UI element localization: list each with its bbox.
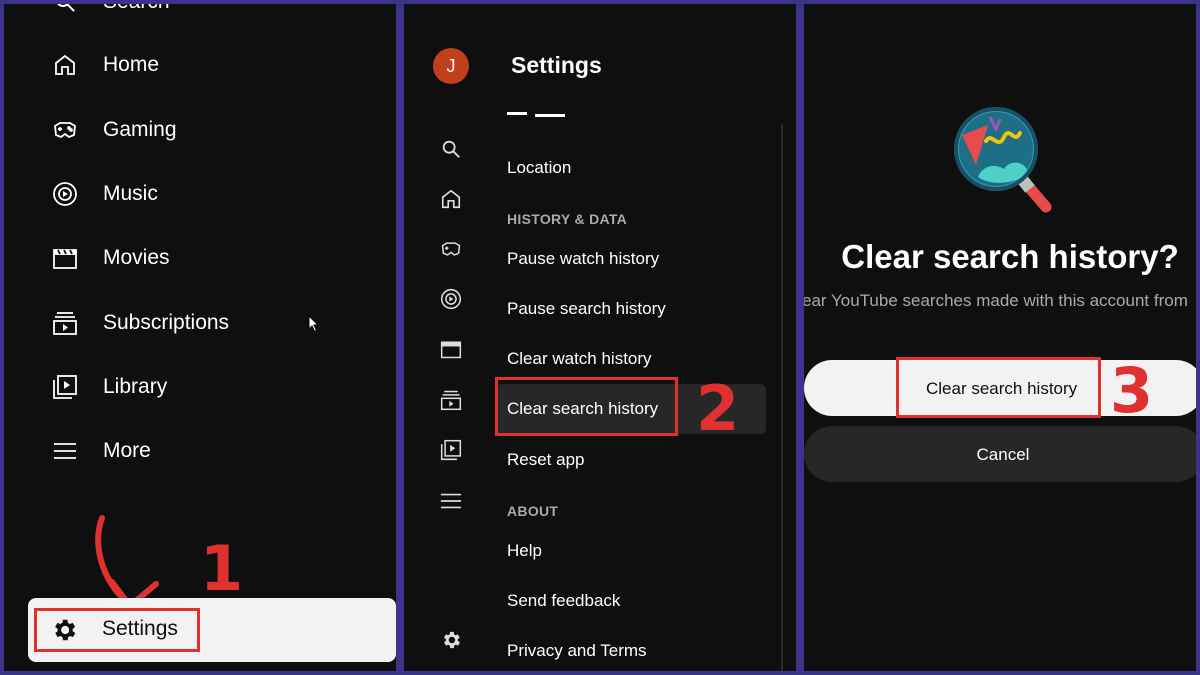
page-title: Settings xyxy=(511,52,602,78)
subscriptions-icon xyxy=(52,310,78,336)
step-number-1: 1 xyxy=(200,532,244,605)
gear-icon[interactable] xyxy=(440,629,462,651)
annotation-highlight-box xyxy=(896,357,1101,418)
home-icon xyxy=(52,52,78,78)
mouse-cursor-icon xyxy=(308,315,320,333)
music-icon[interactable] xyxy=(440,288,462,310)
scrolled-item-remnant xyxy=(507,112,577,124)
avatar[interactable]: J xyxy=(433,48,469,84)
button-label: Cancel xyxy=(976,445,1030,464)
music-icon xyxy=(52,181,78,207)
dialog-title: Clear search history? xyxy=(841,238,1179,275)
menu-item-pause-search-history[interactable]: Pause search history xyxy=(507,299,666,319)
sidebar-item-label: Subscriptions xyxy=(103,311,230,334)
subscriptions-icon[interactable] xyxy=(440,389,462,411)
search-icon[interactable] xyxy=(440,138,462,160)
section-header-about: ABOUT xyxy=(507,503,559,519)
search-icon xyxy=(52,4,78,15)
sidebar-item-label: Music xyxy=(103,182,158,205)
settings-panel: J Settings Location HISTORY & DATA Pause… xyxy=(404,4,796,671)
menu-item-privacy-terms[interactable]: Privacy and Terms xyxy=(507,641,647,661)
step-number-2: 2 xyxy=(696,372,740,445)
clapperboard-icon[interactable] xyxy=(440,338,462,360)
step-number-3: 3 xyxy=(1110,354,1154,427)
section-header-history-data: HISTORY & DATA xyxy=(507,211,628,227)
sidebar-item-label: Library xyxy=(103,375,168,398)
sidebar-item-label: Home xyxy=(103,53,160,76)
sidebar-item-label: Movies xyxy=(103,246,170,269)
annotation-highlight-box xyxy=(34,608,200,652)
magnifier-illustration-icon xyxy=(954,107,1052,213)
home-icon[interactable] xyxy=(440,188,462,210)
clapperboard-icon xyxy=(52,245,78,271)
sidebar-item-label: Gaming xyxy=(103,118,177,141)
menu-item-help[interactable]: Help xyxy=(507,541,542,561)
gamepad-icon[interactable] xyxy=(440,238,462,260)
sidebar-item-label: More xyxy=(103,439,151,462)
menu-icon[interactable] xyxy=(440,490,462,512)
sidebar-item-label: Search xyxy=(103,4,170,14)
menu-item-location[interactable]: Location xyxy=(507,158,571,178)
dialog-message: ear YouTube searches made with this acco… xyxy=(804,291,1188,310)
menu-item-reset-app[interactable]: Reset app xyxy=(507,450,585,470)
menu-icon xyxy=(52,438,78,464)
annotation-highlight-box xyxy=(495,377,678,436)
library-icon[interactable] xyxy=(440,439,462,461)
menu-item-pause-watch-history[interactable]: Pause watch history xyxy=(507,249,659,269)
menu-item-send-feedback[interactable]: Send feedback xyxy=(507,591,620,611)
cancel-button[interactable]: Cancel xyxy=(804,426,1196,482)
scrollbar-track[interactable] xyxy=(781,124,783,671)
menu-item-clear-watch-history[interactable]: Clear watch history xyxy=(507,349,652,369)
dialog-panel: Clear search history? ear YouTube search… xyxy=(804,4,1196,671)
sidebar-panel: Search Home Gaming Music Movies Subscrip… xyxy=(4,4,396,671)
gamepad-icon xyxy=(52,117,78,143)
library-icon xyxy=(52,374,78,400)
